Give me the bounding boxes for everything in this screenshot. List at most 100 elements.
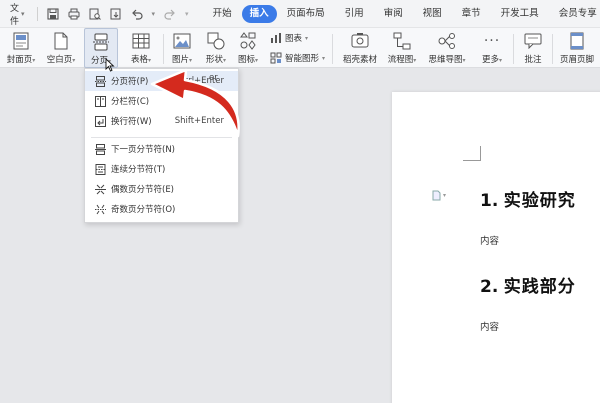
cover-page-button[interactable]: 封面页▾: [4, 28, 38, 68]
print-icon[interactable]: [68, 8, 80, 20]
table-icon: [132, 33, 150, 49]
export-pdf-icon[interactable]: [110, 8, 122, 20]
picture-button[interactable]: 图片▾: [166, 28, 198, 68]
chevron-down-icon: ▾: [255, 57, 259, 64]
smart-graphic-label: 智能图形: [285, 54, 320, 64]
more-icon: ···: [483, 33, 501, 49]
comment-label: 批注: [524, 55, 542, 65]
chart-icon: [271, 33, 281, 43]
chevron-down-icon: ▾: [21, 9, 25, 18]
heading-number: 1.: [480, 191, 499, 211]
menu-item-label: 分栏符(C): [111, 97, 150, 107]
menu-item-shortcut: Shift+Enter: [174, 116, 224, 126]
divider: [36, 6, 38, 21]
tab-section[interactable]: 章节: [452, 5, 491, 23]
menu-item-continuous-section-break[interactable]: 连续分节符(T): [85, 159, 238, 179]
chevron-down-icon: ▾: [223, 57, 227, 64]
mindmap-button[interactable]: 思维导图▾: [424, 28, 470, 68]
ribbon-toolbar: 封面页▾ 空白页▾ 分页▾ 表格▾ 图片▾ 形状▾ 图标▾ 图表 ▾ 智能图形 ▾ …: [0, 28, 600, 68]
chevron-down-icon: ▾: [72, 57, 76, 64]
page-break-icon: [94, 75, 106, 87]
tab-view[interactable]: 视图: [413, 5, 452, 23]
chevron-down-icon: ▾: [32, 57, 36, 64]
save-icon[interactable]: [46, 7, 59, 20]
chevron-down-icon: ▾: [499, 57, 503, 64]
header-footer-label: 页眉页脚: [559, 55, 594, 65]
menu-item-line-break[interactable]: 换行符(W) Shift+Enter: [85, 111, 238, 131]
break-dropdown-menu: 分页符(P) Ctrl+Enter 分栏符(C) 换行符(W) Shift+En…: [84, 68, 239, 223]
document-icon: [432, 190, 441, 201]
more-button[interactable]: ··· 更多▾: [476, 28, 508, 68]
shape-button[interactable]: 形状▾: [200, 28, 232, 68]
table-label: 表格: [130, 55, 148, 65]
header-footer-icon: [570, 32, 584, 50]
next-page-section-icon: [94, 143, 106, 155]
chart-button[interactable]: 图表 ▾: [270, 32, 308, 44]
docer-material-button[interactable]: 稻壳素材: [338, 28, 382, 68]
document-page[interactable]: [392, 92, 600, 403]
menu-divider: [91, 137, 232, 138]
table-button[interactable]: 表格▾: [124, 28, 158, 68]
divider: [332, 34, 333, 64]
shape-label: 形状: [205, 55, 223, 65]
flowchart-label: 流程图: [387, 55, 414, 65]
menu-item-even-page-section-break[interactable]: 偶数页分节符(E): [85, 179, 238, 199]
blank-page-label: 空白页: [46, 55, 73, 65]
smart-graphic-button[interactable]: 智能图形 ▾: [270, 52, 325, 64]
shape-icon: [207, 32, 225, 50]
page-break-icon: [93, 33, 109, 51]
undo-dropdown-icon[interactable]: ▾: [152, 10, 156, 18]
menu-item-label: 连续分节符(T): [111, 165, 166, 175]
more-quick-access-icon[interactable]: ▾: [185, 10, 189, 18]
menu-bar: 文件 ▾ ▾ ▾ 开始 插入 页面布局 引用 审阅 视图 章节 开发工具 会员专…: [0, 0, 600, 28]
menu-item-label: 奇数页分节符(O): [111, 205, 176, 215]
more-label: 更多: [481, 55, 499, 65]
margin-crop-mark: [463, 146, 481, 161]
print-preview-icon[interactable]: [89, 8, 101, 20]
icon-button[interactable]: 图标▾: [233, 28, 263, 68]
comment-button[interactable]: 批注: [518, 28, 548, 68]
mouse-cursor-icon: [105, 58, 115, 72]
picture-label: 图片: [171, 55, 189, 65]
divider: [552, 34, 553, 64]
file-menu[interactable]: 文件 ▾: [10, 1, 25, 27]
chevron-down-icon: ▾: [322, 54, 326, 62]
paragraph[interactable]: 内容: [480, 233, 499, 247]
tab-developer[interactable]: 开发工具: [491, 5, 549, 23]
heading-text: 实践部分: [503, 277, 576, 297]
header-footer-button[interactable]: 页眉页脚: [556, 28, 598, 68]
redo-icon[interactable]: [164, 8, 176, 20]
ribbon-tabs: 开始 插入 页面布局 引用 审阅 视图 章节 开发工具 会员专享: [203, 4, 600, 23]
blank-page-button[interactable]: 空白页▾: [44, 28, 78, 68]
material-library-icon: [351, 33, 369, 48]
chevron-down-icon: ▾: [189, 57, 193, 64]
tab-member[interactable]: 会员专享: [549, 5, 600, 23]
icon-library-icon: [240, 32, 256, 50]
even-page-section-icon: [94, 184, 106, 194]
line-break-icon: [94, 115, 106, 127]
tab-review[interactable]: 审阅: [374, 5, 413, 23]
mindmap-label: 思维导图: [428, 55, 463, 65]
cover-page-label: 封面页: [6, 55, 33, 65]
menu-item-odd-page-section-break[interactable]: 奇数页分节符(O): [85, 199, 238, 219]
menu-item-next-page-section-break[interactable]: 下一页分节符(N): [85, 139, 238, 159]
heading-number: 2.: [480, 277, 499, 297]
tab-home[interactable]: 开始: [203, 5, 242, 23]
heading-1[interactable]: 1. 实验研究: [480, 186, 576, 211]
chevron-down-icon: ▾: [305, 34, 309, 42]
comment-icon: [524, 33, 542, 49]
undo-icon[interactable]: [131, 8, 143, 20]
tab-page-layout[interactable]: 页面布局: [277, 5, 335, 23]
tab-insert[interactable]: 插入: [241, 4, 277, 23]
divider: [513, 34, 514, 64]
icon-label: 图标: [237, 55, 255, 65]
flowchart-button[interactable]: 流程图▾: [384, 28, 420, 68]
paragraph[interactable]: 内容: [480, 319, 499, 333]
chart-label: 图表: [285, 34, 303, 44]
chevron-down-icon: ▾: [443, 192, 447, 199]
tab-references[interactable]: 引用: [335, 5, 374, 23]
flowchart-icon: [393, 32, 411, 50]
menu-item-column-break[interactable]: 分栏符(C): [85, 91, 238, 111]
heading-2[interactable]: 2. 实践部分: [480, 272, 576, 297]
paragraph-handle[interactable]: ▾: [432, 190, 446, 201]
